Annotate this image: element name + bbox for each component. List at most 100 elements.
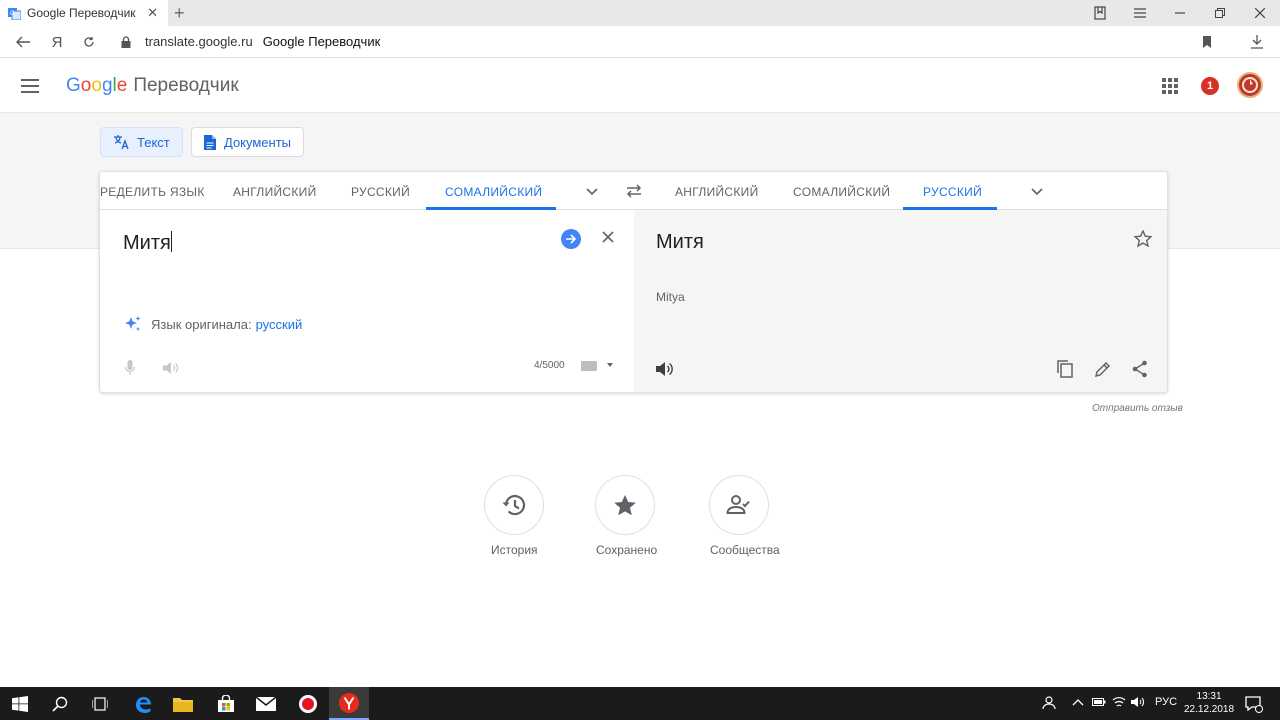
source-lang-english[interactable]: АНГЛИЙСКИЙ (233, 185, 317, 199)
target-speaker-icon[interactable] (656, 361, 674, 377)
source-lang-more-icon[interactable] (585, 184, 599, 198)
bookmarks-panel-icon[interactable] (1090, 4, 1110, 22)
source-lang-somali[interactable]: СОМАЛИЙСКИЙ (445, 185, 542, 199)
logo-letter: g (101, 75, 113, 96)
back-icon[interactable] (14, 33, 32, 51)
document-icon (204, 134, 216, 150)
edge-browser-icon[interactable] (123, 687, 163, 720)
start-windows-icon[interactable] (0, 687, 40, 720)
community-button[interactable] (709, 475, 769, 535)
target-lang-english[interactable]: АНГЛИЙСКИЙ (675, 185, 759, 199)
clear-text-icon[interactable] (601, 230, 615, 244)
lock-icon[interactable] (117, 33, 135, 51)
swap-languages-icon[interactable] (625, 183, 643, 199)
close-window-icon[interactable] (1250, 4, 1270, 22)
sparkle-icon (125, 316, 141, 331)
target-lang-russian[interactable]: РУССКИЙ (923, 185, 982, 199)
source-lang-russian[interactable]: РУССКИЙ (351, 185, 410, 199)
yandex-browser-taskbar-icon[interactable] (329, 687, 369, 720)
text-mode-label: Текст (137, 134, 170, 150)
character-counter: 4/5000 (534, 360, 565, 371)
file-explorer-icon[interactable] (163, 687, 203, 720)
minimize-icon[interactable] (1170, 4, 1190, 22)
star-filled-icon (614, 494, 636, 515)
detected-language: Язык оригинала: русский (123, 314, 302, 334)
arrow-right-icon (566, 234, 577, 244)
task-view-icon[interactable] (80, 687, 120, 720)
clock-date: 22.12.2018 (1184, 704, 1235, 715)
wifi-icon[interactable] (1112, 695, 1126, 709)
logo-letter: e (116, 75, 128, 96)
page-title-in-address: Google Переводчик (262, 34, 381, 49)
battery-icon[interactable] (1092, 697, 1106, 707)
text-mode-button[interactable]: Текст (100, 127, 183, 157)
translation-card: РЕДЕЛИТЬ ЯЗЫК АНГЛИЙСКИЙ РУССКИЙ СОМАЛИЙ… (99, 171, 1168, 393)
history-button[interactable] (484, 475, 544, 535)
reload-icon[interactable] (80, 33, 98, 51)
star-outline-icon[interactable] (1134, 230, 1152, 247)
target-lang-somali[interactable]: СОМАЛИЙСКИЙ (793, 185, 890, 199)
target-lang-more-icon[interactable] (1030, 184, 1044, 198)
url-field[interactable]: translate.google.ru Google Переводчик (145, 34, 380, 49)
search-icon[interactable] (40, 687, 80, 720)
documents-mode-label: Документы (224, 134, 292, 150)
main-menu-icon[interactable] (21, 79, 39, 93)
detected-language-link[interactable]: русский (256, 317, 303, 332)
translate-icon (113, 134, 129, 150)
send-feedback-link[interactable]: Отправить отзыв (1092, 403, 1183, 414)
action-center-icon[interactable] (1245, 695, 1263, 713)
translate-arrow-button[interactable] (561, 229, 581, 249)
tab-close-icon[interactable]: ✕ (147, 6, 158, 20)
translated-text: Митя (656, 231, 704, 253)
saved-button[interactable] (595, 475, 655, 535)
screen-recorder-icon[interactable] (288, 687, 328, 720)
system-clock[interactable]: 13:31 22.12.2018 (1184, 690, 1234, 716)
google-apps-icon[interactable] (1162, 78, 1178, 94)
source-pane: Митя Язык оригинала: русский 4/5000 (100, 210, 634, 392)
source-lang-detect[interactable]: РЕДЕЛИТЬ ЯЗЫК (100, 185, 205, 199)
product-name: Переводчик (133, 75, 239, 96)
community-label[interactable]: Сообщества (710, 543, 780, 557)
google-translate-logo[interactable]: Google Переводчик (66, 75, 239, 97)
notifications-badge[interactable]: 1 (1201, 77, 1219, 95)
history-label[interactable]: История (491, 543, 538, 557)
store-icon[interactable] (206, 687, 246, 720)
browser-tab-bar: G Google Переводчик ✕ + (0, 0, 1280, 26)
documents-mode-button[interactable]: Документы (191, 127, 305, 157)
mail-icon[interactable] (246, 687, 286, 720)
keyboard-icon[interactable] (581, 361, 597, 371)
saved-label[interactable]: Сохранено (596, 543, 657, 557)
source-text-input[interactable]: Митя (123, 231, 172, 255)
restore-icon[interactable] (1210, 4, 1230, 22)
transliteration: Mitya (656, 290, 685, 304)
keyboard-dropdown-icon[interactable] (607, 363, 613, 367)
google-header: Google Переводчик 1 (0, 59, 1280, 113)
people-icon[interactable] (1042, 696, 1056, 710)
clock-time: 13:31 (1196, 691, 1222, 702)
tray-expand-icon[interactable] (1072, 698, 1084, 706)
downloads-icon[interactable] (1248, 33, 1266, 51)
input-language-indicator[interactable]: РУС (1155, 696, 1177, 708)
new-tab-button[interactable]: + (174, 3, 185, 23)
microphone-icon[interactable] (125, 360, 135, 376)
share-icon[interactable] (1132, 360, 1148, 378)
url-text: translate.google.ru (145, 34, 253, 49)
bookmark-icon[interactable] (1198, 33, 1216, 51)
detected-language-prefix: Язык оригинала: (151, 316, 252, 332)
menu-icon[interactable] (1130, 4, 1150, 22)
yandex-home-button[interactable]: Я (48, 33, 66, 51)
browser-tab-title: Google Переводчик (27, 6, 136, 20)
source-speaker-icon[interactable] (163, 361, 179, 375)
browser-tab[interactable]: G Google Переводчик ✕ (0, 0, 168, 26)
windows-taskbar: РУС 13:31 22.12.2018 (0, 687, 1280, 720)
logo-letter: G (66, 75, 81, 96)
volume-icon[interactable] (1131, 696, 1145, 708)
account-avatar[interactable] (1237, 72, 1263, 98)
google-translate-favicon-icon: G (8, 7, 21, 20)
edit-pencil-icon[interactable] (1095, 361, 1111, 377)
copy-icon[interactable] (1057, 360, 1073, 378)
logo-letter: o (80, 75, 92, 96)
language-bar: РЕДЕЛИТЬ ЯЗЫК АНГЛИЙСКИЙ РУССКИЙ СОМАЛИЙ… (100, 172, 1167, 210)
community-people-icon (726, 495, 750, 514)
svg-text:G: G (10, 11, 15, 17)
